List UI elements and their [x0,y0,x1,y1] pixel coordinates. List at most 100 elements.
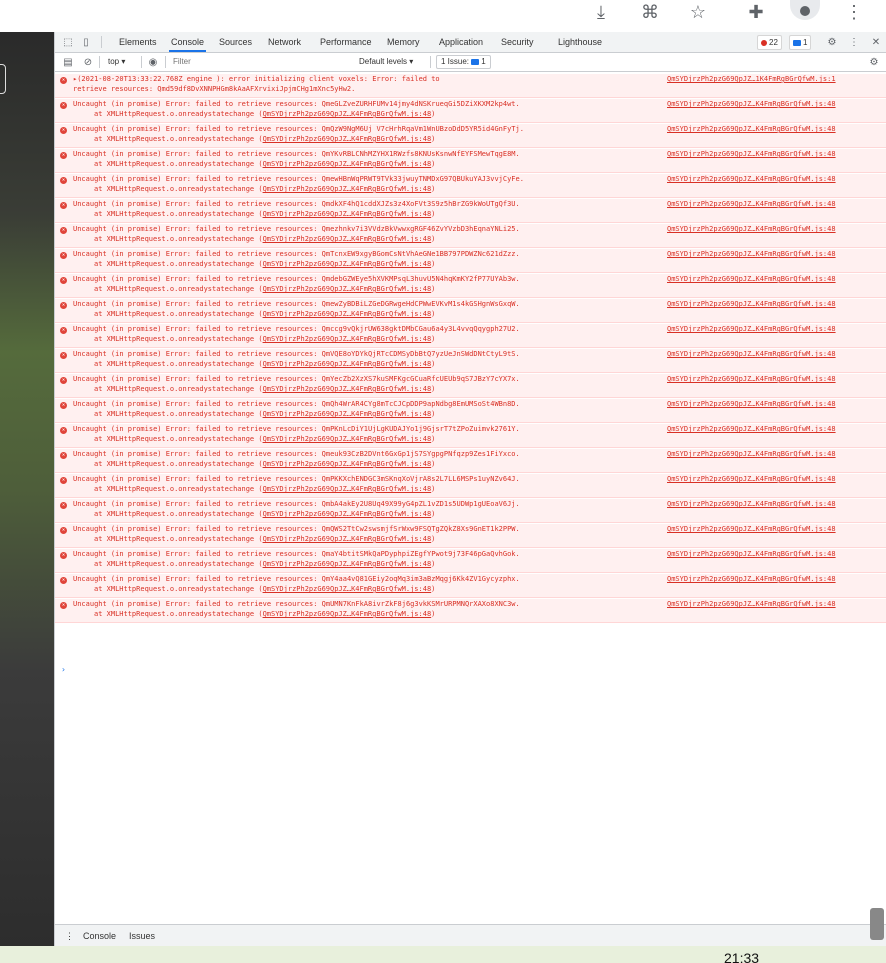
stack-trace-link[interactable]: QmSYDjrzPh2pzG69QpJZ…K4FmRgBGrQfwM.js:48 [263,310,432,318]
source-link[interactable]: QmSYDjrzPh2pzG69QpJZ…K4FmRgBGrQfwM.js:48 [667,500,836,508]
error-count-badge[interactable]: 22 [757,35,782,50]
console-error-entry[interactable]: ✕ Uncaught (in promise) Error: failed to … [55,549,886,573]
tab-sources[interactable]: Sources [217,32,254,52]
console-error-entry[interactable]: ✕ Uncaught (in promise) Error: failed to … [55,349,886,373]
issues-button[interactable]: 1 Issue: 1 [436,55,491,69]
sidebar-toggle-icon[interactable]: ▤ [61,55,75,69]
console-error-entry[interactable]: ✕ Uncaught (in promise) Error: failed to … [55,399,886,423]
stack-trace-link[interactable]: QmSYDjrzPh2pzG69QpJZ…K4FmRgBGrQfwM.js:48 [263,485,432,493]
console-error-entry[interactable]: ✕ Uncaught (in promise) Error: failed to … [55,124,886,148]
stack-trace-link[interactable]: QmSYDjrzPh2pzG69QpJZ…K4FmRgBGrQfwM.js:48 [263,235,432,243]
stack-trace-link[interactable]: QmSYDjrzPh2pzG69QpJZ…K4FmRgBGrQfwM.js:48 [263,585,432,593]
source-link[interactable]: QmSYDjrzPh2pzG69QpJZ…K4FmRgBGrQfwM.js:48 [667,525,836,533]
stack-trace-link[interactable]: QmSYDjrzPh2pzG69QpJZ…K4FmRgBGrQfwM.js:48 [263,610,432,618]
console-settings-gear-icon[interactable]: ⚙ [867,55,881,69]
source-link[interactable]: QmSYDjrzPh2pzG69QpJZ…K4FmRgBGrQfwM.js:48 [667,250,836,258]
console-error-entry[interactable]: ✕ Uncaught (in promise) Error: failed to … [55,274,886,298]
clear-console-icon[interactable]: ⊘ [81,55,95,69]
console-error-entry[interactable]: ✕ Uncaught (in promise) Error: failed to … [55,574,886,598]
console-error-entry[interactable]: ✕ Uncaught (in promise) Error: failed to … [55,249,886,273]
settings-gear-icon[interactable]: ⚙ [825,35,839,49]
console-output[interactable]: ✕ ▸(2021-08-20T13:33:22.768Z engine ): e… [55,72,886,924]
stack-trace-link[interactable]: QmSYDjrzPh2pzG69QpJZ…K4FmRgBGrQfwM.js:48 [263,410,432,418]
stack-trace-link[interactable]: QmSYDjrzPh2pzG69QpJZ…K4FmRgBGrQfwM.js:48 [263,185,432,193]
inspect-element-icon[interactable]: ⬚ [61,35,75,49]
context-selector[interactable]: top ▾ [108,53,125,71]
console-error-entry[interactable]: ✕ Uncaught (in promise) Error: failed to … [55,99,886,123]
console-error-entry[interactable]: ✕ Uncaught (in promise) Error: failed to … [55,299,886,323]
scrollbar-handle[interactable] [870,908,884,940]
tab-elements[interactable]: Elements [117,32,159,52]
more-menu-icon[interactable]: ⋮ [838,0,870,24]
profile-avatar[interactable] [790,0,820,20]
console-error-entry[interactable]: ✕ Uncaught (in promise) Error: failed to … [55,599,886,623]
console-error-entry[interactable]: ✕ Uncaught (in promise) Error: failed to … [55,174,886,198]
stack-trace-link[interactable]: QmSYDjrzPh2pzG69QpJZ…K4FmRgBGrQfwM.js:48 [263,110,432,118]
source-link[interactable]: QmSYDjrzPh2pzG69QpJZ…K4FmRgBGrQfwM.js:48 [667,575,836,583]
drawer-tab-issues[interactable]: Issues [129,925,155,947]
source-link[interactable]: QmSYDjrzPh2pzG69QpJZ…K4FmRgBGrQfwM.js:48 [667,550,836,558]
source-link[interactable]: QmSYDjrzPh2pzG69QpJZ…1K4FmRgBGrQfwM.js:1 [667,75,836,83]
source-link[interactable]: QmSYDjrzPh2pzG69QpJZ…K4FmRgBGrQfwM.js:48 [667,450,836,458]
console-error-entry[interactable]: ✕ Uncaught (in promise) Error: failed to … [55,149,886,173]
stack-trace-link[interactable]: QmSYDjrzPh2pzG69QpJZ…K4FmRgBGrQfwM.js:48 [263,535,432,543]
message-count-badge[interactable]: 1 [789,35,812,50]
live-expression-eye-icon[interactable]: ◉ [146,55,160,69]
console-error-entry[interactable]: ✕ ▸(2021-08-20T13:33:22.768Z engine ): e… [55,74,886,98]
stack-trace-link[interactable]: QmSYDjrzPh2pzG69QpJZ…K4FmRgBGrQfwM.js:48 [263,360,432,368]
stack-trace-link[interactable]: QmSYDjrzPh2pzG69QpJZ…K4FmRgBGrQfwM.js:48 [263,460,432,468]
console-error-entry[interactable]: ✕ Uncaught (in promise) Error: failed to … [55,374,886,398]
close-devtools-icon[interactable]: ✕ [869,35,883,49]
stack-trace-link[interactable]: QmSYDjrzPh2pzG69QpJZ…K4FmRgBGrQfwM.js:48 [263,285,432,293]
tab-network[interactable]: Network [266,32,303,52]
tab-lighthouse[interactable]: Lighthouse [556,32,604,52]
device-toolbar-icon[interactable]: ▯ [79,35,93,49]
source-link[interactable]: QmSYDjrzPh2pzG69QpJZ…K4FmRgBGrQfwM.js:48 [667,350,836,358]
source-link[interactable]: QmSYDjrzPh2pzG69QpJZ…K4FmRgBGrQfwM.js:48 [667,400,836,408]
stack-trace-link[interactable]: QmSYDjrzPh2pzG69QpJZ…K4FmRgBGrQfwM.js:48 [263,510,432,518]
bookmark-star-icon[interactable]: ☆ [682,0,714,24]
source-link[interactable]: QmSYDjrzPh2pzG69QpJZ…K4FmRgBGrQfwM.js:48 [667,175,836,183]
console-error-entry[interactable]: ✕ Uncaught (in promise) Error: failed to … [55,449,886,473]
source-link[interactable]: QmSYDjrzPh2pzG69QpJZ…K4FmRgBGrQfwM.js:48 [667,200,836,208]
stack-trace-link[interactable]: QmSYDjrzPh2pzG69QpJZ…K4FmRgBGrQfwM.js:48 [263,260,432,268]
tab-security[interactable]: Security [499,32,536,52]
tab-console[interactable]: Console [169,32,207,52]
console-error-entry[interactable]: ✕ Uncaught (in promise) Error: failed to … [55,499,886,523]
source-link[interactable]: QmSYDjrzPh2pzG69QpJZ…K4FmRgBGrQfwM.js:48 [667,475,836,483]
source-link[interactable]: QmSYDjrzPh2pzG69QpJZ…K4FmRgBGrQfwM.js:48 [667,150,836,158]
stack-trace-link[interactable]: QmSYDjrzPh2pzG69QpJZ…K4FmRgBGrQfwM.js:48 [263,435,432,443]
stack-trace-link[interactable]: QmSYDjrzPh2pzG69QpJZ…K4FmRgBGrQfwM.js:48 [263,210,432,218]
console-error-entry[interactable]: ✕ Uncaught (in promise) Error: failed to … [55,474,886,498]
tab-performance[interactable]: Performance [318,32,374,52]
drawer-menu-icon[interactable]: ⋮ [65,925,74,947]
stack-trace-link[interactable]: QmSYDjrzPh2pzG69QpJZ…K4FmRgBGrQfwM.js:48 [263,160,432,168]
stack-trace-link[interactable]: QmSYDjrzPh2pzG69QpJZ…K4FmRgBGrQfwM.js:48 [263,135,432,143]
log-levels-dropdown[interactable]: Default levels ▾ [359,53,413,71]
source-link[interactable]: QmSYDjrzPh2pzG69QpJZ…K4FmRgBGrQfwM.js:48 [667,125,836,133]
drawer-tab-console[interactable]: Console [83,925,116,947]
install-app-icon[interactable]: ⤓ [585,0,617,24]
source-link[interactable]: QmSYDjrzPh2pzG69QpJZ…K4FmRgBGrQfwM.js:48 [667,375,836,383]
console-error-entry[interactable]: ✕ Uncaught (in promise) Error: failed to … [55,424,886,448]
translate-icon[interactable]: ⌘ [634,0,666,24]
console-error-entry[interactable]: ✕ Uncaught (in promise) Error: failed to … [55,524,886,548]
source-link[interactable]: QmSYDjrzPh2pzG69QpJZ…K4FmRgBGrQfwM.js:48 [667,325,836,333]
console-error-entry[interactable]: ✕ Uncaught (in promise) Error: failed to … [55,324,886,348]
console-prompt[interactable]: › [61,665,66,674]
stack-trace-link[interactable]: QmSYDjrzPh2pzG69QpJZ…K4FmRgBGrQfwM.js:48 [263,560,432,568]
console-error-entry[interactable]: ✕ Uncaught (in promise) Error: failed to … [55,224,886,248]
source-link[interactable]: QmSYDjrzPh2pzG69QpJZ…K4FmRgBGrQfwM.js:48 [667,275,836,283]
source-link[interactable]: QmSYDjrzPh2pzG69QpJZ…K4FmRgBGrQfwM.js:48 [667,425,836,433]
stack-trace-link[interactable]: QmSYDjrzPh2pzG69QpJZ…K4FmRgBGrQfwM.js:48 [263,385,432,393]
tab-memory[interactable]: Memory [385,32,422,52]
source-link[interactable]: QmSYDjrzPh2pzG69QpJZ…K4FmRgBGrQfwM.js:48 [667,300,836,308]
devtools-menu-icon[interactable]: ⋮ [847,35,861,49]
console-error-entry[interactable]: ✕ Uncaught (in promise) Error: failed to … [55,199,886,223]
extensions-icon[interactable]: ✚ [740,0,772,24]
source-link[interactable]: QmSYDjrzPh2pzG69QpJZ…K4FmRgBGrQfwM.js:48 [667,100,836,108]
tab-application[interactable]: Application [437,32,485,52]
source-link[interactable]: QmSYDjrzPh2pzG69QpJZ…K4FmRgBGrQfwM.js:48 [667,600,836,608]
filter-input[interactable] [171,55,355,68]
stack-trace-link[interactable]: QmSYDjrzPh2pzG69QpJZ…K4FmRgBGrQfwM.js:48 [263,335,432,343]
